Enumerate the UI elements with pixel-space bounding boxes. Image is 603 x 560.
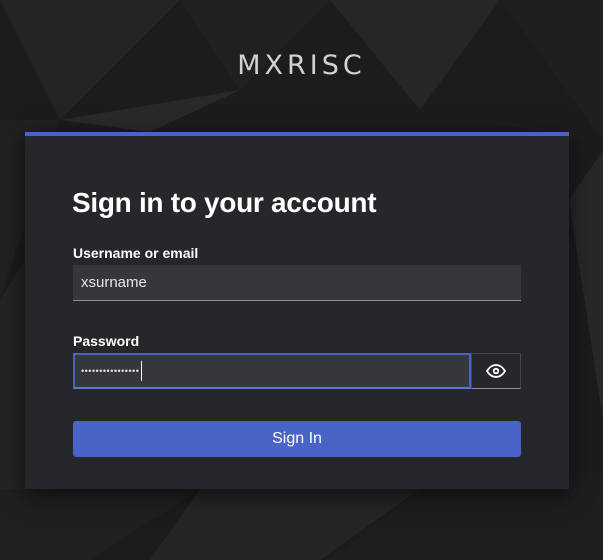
login-card: Sign in to your account Username or emai… — [25, 132, 569, 489]
username-field[interactable] — [73, 265, 521, 301]
show-password-button[interactable] — [471, 353, 521, 389]
eye-icon — [486, 364, 506, 378]
password-field[interactable] — [73, 353, 471, 389]
sign-in-button[interactable]: Sign In — [73, 421, 521, 457]
password-label: Password — [73, 333, 140, 349]
username-label: Username or email — [73, 245, 199, 261]
brand-logo: MXRISC — [237, 50, 366, 81]
page-title: Sign in to your account — [72, 187, 377, 218]
